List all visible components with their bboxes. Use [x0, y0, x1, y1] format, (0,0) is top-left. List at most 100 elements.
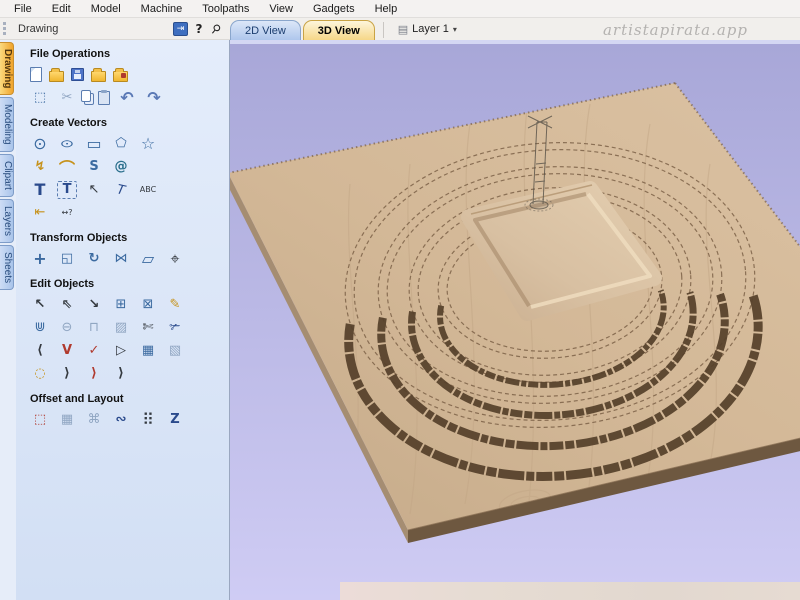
new-drawing-icon[interactable]	[30, 67, 42, 82]
import-vectors-icon[interactable]	[91, 71, 106, 82]
distort-selection-icon[interactable]: ▱	[138, 250, 158, 268]
edit-text-spacing-icon[interactable]: ↖	[84, 181, 104, 199]
close-vector-icon[interactable]: ▷	[111, 342, 131, 360]
job-setup-icon[interactable]: ⬚	[30, 89, 50, 107]
draw-spiral-icon[interactable]: @	[111, 158, 131, 176]
panel-title: Drawing	[18, 23, 58, 35]
draw-polygon-icon[interactable]: ⬠	[111, 135, 131, 153]
open-drawing-icon[interactable]	[49, 71, 64, 82]
mirror-selection-icon[interactable]: ⋈	[111, 250, 131, 268]
toolbar-row: ⋓ ⊖ ⊓ ▨ ✄ ✃	[30, 318, 229, 337]
text-on-curve-icon[interactable]: T	[109, 179, 132, 201]
draw-polyline-icon[interactable]: ↯	[30, 158, 50, 176]
dog-bone-fillet-icon[interactable]: ⟩	[84, 365, 104, 383]
move-selection-icon[interactable]: +	[30, 250, 50, 268]
toolbar-row: ◌ ⟩ ⟩ ⟩	[30, 364, 229, 383]
copy-icon[interactable]	[81, 90, 91, 102]
draw-arc-icon[interactable]: ⌒	[57, 158, 77, 176]
trim-vectors-icon[interactable]: ✄	[138, 319, 158, 337]
cut-vector-icon[interactable]: ⟨	[30, 342, 50, 360]
draw-rectangle-icon[interactable]: ▭	[84, 135, 104, 153]
layer-selector-label: Layer 1	[412, 23, 449, 35]
menu-file[interactable]: File	[4, 2, 42, 16]
measure-tool-icon[interactable]: ↔?	[57, 204, 77, 222]
set-size-icon[interactable]: ◱	[57, 250, 77, 268]
side-tab-clipart[interactable]: Clipart	[0, 154, 14, 197]
circular-copy-icon[interactable]: ⌘	[84, 411, 104, 429]
draw-star-icon[interactable]: ☆	[138, 135, 158, 153]
save-drawing-icon[interactable]	[71, 68, 84, 81]
dock-panel-icon[interactable]: ⇥	[173, 22, 188, 36]
subtract-vectors-icon[interactable]: ⊖	[57, 319, 77, 337]
group-objects-icon[interactable]: ⊞	[111, 296, 131, 314]
3d-scene	[230, 44, 800, 600]
menu-help[interactable]: Help	[365, 2, 408, 16]
drawing-panel-header: Drawing ⇥?⚲	[0, 18, 230, 40]
edit-picture-icon[interactable]: ▦	[138, 342, 158, 360]
tab-2d-view[interactable]: 2D View	[230, 20, 301, 40]
draw-curve-icon[interactable]: S	[84, 158, 104, 176]
nest-parts-icon[interactable]: ⠿	[138, 411, 158, 429]
section-title-transform-objects: Transform Objects	[30, 232, 229, 244]
side-tab-drawing[interactable]: Drawing	[0, 42, 14, 95]
toolbar-row: ⇤ ↔?	[30, 203, 229, 222]
layer-selector[interactable]: ▤ Layer 1 ▾	[392, 20, 463, 38]
toolbar-row: ↖ ⇖ ↘ ⊞ ⊠ ✎	[30, 295, 229, 314]
interactive-trim-icon[interactable]: ✎	[165, 296, 185, 314]
fillet-vectors-icon[interactable]: ◌	[30, 365, 50, 383]
undo-icon[interactable]: ↶	[117, 89, 137, 107]
toolbar-row: ↯ ⌒ S @	[30, 157, 229, 176]
draw-text-box-icon[interactable]: T	[57, 181, 77, 199]
chevron-down-icon: ▾	[453, 25, 457, 34]
array-copy-icon[interactable]: ▦	[57, 411, 77, 429]
weld-vectors-icon[interactable]: ⋓	[30, 319, 50, 337]
vector-validator-icon[interactable]: Z	[165, 411, 185, 429]
copy-along-vectors-icon[interactable]: ∾	[111, 411, 131, 429]
help-icon[interactable]: ?	[193, 22, 205, 36]
offset-vectors-icon[interactable]: ⬚	[30, 411, 50, 429]
hatch-vectors-icon[interactable]: ▨	[111, 319, 131, 337]
toolbar-row: + ◱ ↻ ⋈ ▱ ⌖	[30, 249, 229, 268]
panel-header-icons: ⇥?⚲	[173, 22, 222, 36]
3d-viewport[interactable]	[230, 44, 800, 600]
menu-machine[interactable]: Machine	[131, 2, 193, 16]
redo-icon[interactable]: ↷	[144, 89, 164, 107]
tab-3d-view[interactable]: 3D View	[303, 20, 375, 40]
paste-icon[interactable]	[98, 91, 110, 105]
menu-gadgets[interactable]: Gadgets	[303, 2, 365, 16]
side-tab-modeling[interactable]: Modeling	[0, 97, 14, 152]
crop-picture-icon[interactable]: ▧	[165, 342, 185, 360]
cut-icon[interactable]: ✂	[57, 89, 77, 107]
select-tool-icon[interactable]: ↖	[30, 296, 50, 314]
convert-text-to-curves-icon[interactable]: ABC	[138, 181, 158, 199]
knife-tool-icon[interactable]: ✃	[165, 319, 185, 337]
export-vectors-icon[interactable]	[113, 71, 128, 82]
fillet-corner-icon[interactable]: ⟩	[57, 365, 77, 383]
draw-dimension-icon[interactable]: ⇤	[30, 204, 50, 222]
menu-edit[interactable]: Edit	[42, 2, 81, 16]
draw-ellipse-icon[interactable]: ⊙	[54, 136, 81, 150]
toolbar-row: ⟨ V ✓ ▷ ▦ ▧	[30, 341, 229, 360]
align-selection-icon[interactable]: ⌖	[165, 250, 185, 268]
layers-icon: ▤	[398, 23, 408, 36]
pin-icon[interactable]: ⚲	[207, 19, 225, 37]
side-tab-sheets[interactable]: Sheets	[0, 245, 14, 290]
side-tab-layers[interactable]: Layers	[0, 199, 14, 243]
menu-toolpaths[interactable]: Toolpaths	[192, 2, 259, 16]
ungroup-objects-icon[interactable]: ⊠	[138, 296, 158, 314]
t-bone-fillet-icon[interactable]: ⟩	[111, 365, 131, 383]
section-title-edit-objects: Edit Objects	[30, 278, 229, 290]
toolbar-row: ⊙⊙▭⬠☆	[30, 134, 229, 153]
interactive-move-icon[interactable]: ↘	[84, 296, 104, 314]
fit-curve-icon[interactable]: ✓	[84, 342, 104, 360]
panel-drag-handle[interactable]	[3, 22, 6, 35]
rotate-selection-icon[interactable]: ↻	[84, 250, 104, 268]
intersect-vectors-icon[interactable]: ⊓	[84, 319, 104, 337]
draw-circle-icon[interactable]: ⊙	[30, 135, 50, 153]
menu-bar: FileEditModelMachineToolpathsViewGadgets…	[0, 0, 800, 18]
join-vectors-icon[interactable]: V	[57, 342, 77, 360]
menu-view[interactable]: View	[259, 2, 303, 16]
menu-model[interactable]: Model	[81, 2, 131, 16]
draw-text-icon[interactable]: T	[30, 181, 50, 199]
node-edit-tool-icon[interactable]: ⇖	[57, 296, 77, 314]
